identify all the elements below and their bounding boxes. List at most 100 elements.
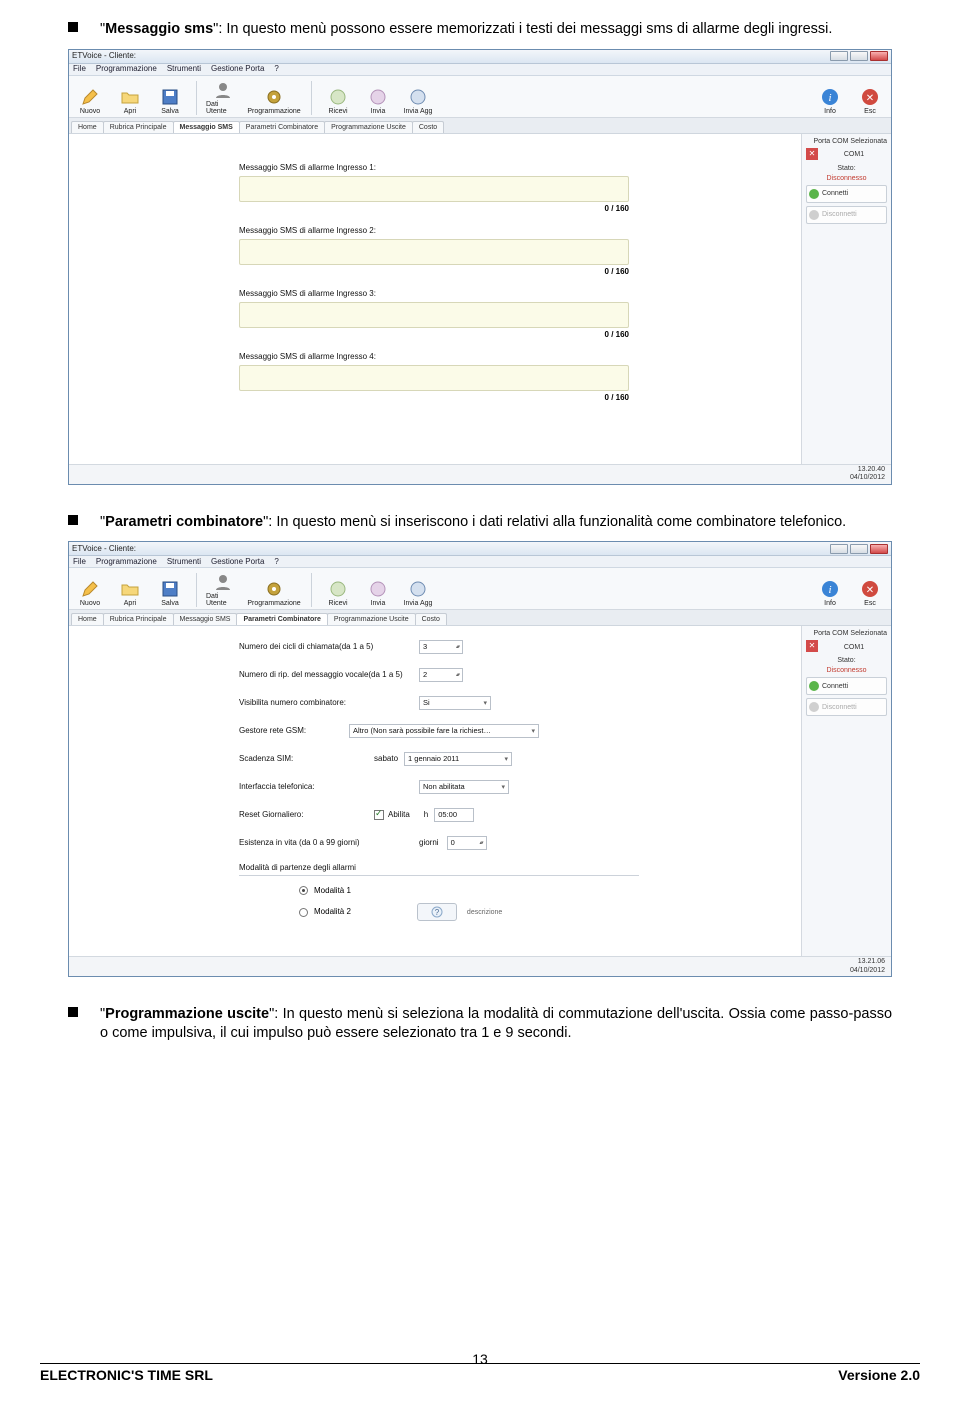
toolbar-dati-utente[interactable]: Dati Utente xyxy=(206,81,240,115)
svg-text:i: i xyxy=(828,92,831,104)
toolbar-invia[interactable]: Invia xyxy=(361,88,395,115)
param-scadenza-date[interactable]: 1 gennaio 2011 xyxy=(404,752,512,766)
param-esistenza-input[interactable]: 0 xyxy=(447,836,487,850)
toolbar-nuovo[interactable]: Nuovo xyxy=(73,580,107,607)
toolbar-programmazione[interactable]: Programmazione xyxy=(246,88,302,115)
menu-help[interactable]: ? xyxy=(274,558,278,566)
tab-rubrica[interactable]: Rubrica Principale xyxy=(103,613,174,625)
param-rip-input[interactable]: 2 xyxy=(419,668,463,682)
toolbar-salva[interactable]: Salva xyxy=(153,580,187,607)
connect-button[interactable]: Connetti xyxy=(806,185,887,203)
connect-label: Connetti xyxy=(822,683,848,690)
sms-input-2[interactable] xyxy=(239,239,629,265)
toolbar-ricevi[interactable]: Ricevi xyxy=(321,88,355,115)
param-reset-checkbox[interactable] xyxy=(374,810,384,820)
toolbar-salva[interactable]: Salva xyxy=(153,88,187,115)
side-porta-label: Porta COM Selezionata xyxy=(806,630,887,637)
menu-file[interactable]: File xyxy=(73,558,86,566)
help-icon: ? xyxy=(431,906,443,918)
menu-strumenti[interactable]: Strumenti xyxy=(167,65,201,73)
toolbar-label: Invia xyxy=(371,108,386,115)
toolbar-info[interactable]: i Info xyxy=(813,88,847,115)
toolbar-label: Dati Utente xyxy=(206,101,240,115)
menu-gestione-porta[interactable]: Gestione Porta xyxy=(211,65,264,73)
maximize-button[interactable] xyxy=(850,544,868,554)
upload-plus-icon xyxy=(409,88,427,106)
param-section-header: Modalità di partenze degli allarmi xyxy=(239,864,639,876)
toolbar-programmazione[interactable]: Programmazione xyxy=(246,580,302,607)
sms-label-1: Messaggio SMS di allarme Ingresso 1: xyxy=(239,164,629,172)
screenshot-messaggio-sms: ETVoice - Cliente: File Programmazione S… xyxy=(68,49,892,485)
toolbar-ricevi[interactable]: Ricevi xyxy=(321,580,355,607)
disconnect-button[interactable]: Disconnetti xyxy=(806,698,887,716)
param-visibilita-select[interactable]: Si xyxy=(419,696,491,710)
param-scadenza-label: Scadenza SIM: xyxy=(239,755,374,763)
close-button[interactable] xyxy=(870,51,888,61)
menu-file[interactable]: File xyxy=(73,65,86,73)
side-stato-value: Disconnesso xyxy=(806,175,887,182)
toolbar-apri[interactable]: Apri xyxy=(113,88,147,115)
param-cicli-input[interactable]: 3 xyxy=(419,640,463,654)
toolbar-dati-utente[interactable]: Dati Utente xyxy=(206,573,240,607)
save-icon xyxy=(161,580,179,598)
toolbar-invia[interactable]: Invia xyxy=(361,580,395,607)
maximize-button[interactable] xyxy=(850,51,868,61)
tab-prog-uscite[interactable]: Programmazione Uscite xyxy=(327,613,416,625)
tab-parametri[interactable]: Parametri Combinatore xyxy=(236,613,327,625)
menu-help[interactable]: ? xyxy=(274,65,278,73)
tab-home[interactable]: Home xyxy=(71,613,104,625)
tab-home[interactable]: Home xyxy=(71,121,104,133)
side-stato-label: Stato: xyxy=(806,165,887,172)
toolbar-invia-agg[interactable]: Invia Agg xyxy=(401,580,435,607)
tab-costo[interactable]: Costo xyxy=(412,121,444,133)
menu-programmazione[interactable]: Programmazione xyxy=(96,558,157,566)
side-stato-value: Disconnesso xyxy=(806,667,887,674)
tab-prog-uscite[interactable]: Programmazione Uscite xyxy=(324,121,413,133)
download-icon xyxy=(329,580,347,598)
status-date: 04/10/2012 xyxy=(850,474,885,482)
toolbar-invia-agg[interactable]: Invia Agg xyxy=(401,88,435,115)
window-title: ETVoice - Cliente: xyxy=(72,52,136,60)
param-reset-time[interactable]: 05:00 xyxy=(434,808,474,822)
tabbar: Home Rubrica Principale Messaggio SMS Pa… xyxy=(69,610,891,626)
menu-strumenti[interactable]: Strumenti xyxy=(167,558,201,566)
tab-messaggio-sms[interactable]: Messaggio SMS xyxy=(173,613,238,625)
radio-modalita-2[interactable] xyxy=(299,908,308,917)
status-date: 04/10/2012 xyxy=(850,967,885,975)
disconnect-button[interactable]: Disconnetti xyxy=(806,206,887,224)
user-icon xyxy=(214,81,232,99)
param-visibilita-label: Visibilita numero combinatore: xyxy=(239,699,419,707)
tab-costo[interactable]: Costo xyxy=(415,613,447,625)
radio-modalita-1[interactable] xyxy=(299,886,308,895)
minimize-button[interactable] xyxy=(830,544,848,554)
toolbar-label: Esc xyxy=(864,108,876,115)
menu-gestione-porta[interactable]: Gestione Porta xyxy=(211,558,264,566)
param-gestore-select[interactable]: Altro (Non sarà possibile fare la richie… xyxy=(349,724,539,738)
bullet-title: Messaggio sms xyxy=(105,21,213,37)
menu-programmazione[interactable]: Programmazione xyxy=(96,65,157,73)
toolbar-esc[interactable]: ✕ Esc xyxy=(853,88,887,115)
minimize-button[interactable] xyxy=(830,51,848,61)
toolbar-info[interactable]: i Info xyxy=(813,580,847,607)
help-button[interactable]: ? xyxy=(417,903,457,921)
side-close-icon[interactable]: ✕ xyxy=(806,148,818,160)
side-close-icon[interactable]: ✕ xyxy=(806,640,818,652)
tab-rubrica[interactable]: Rubrica Principale xyxy=(103,121,174,133)
footer-company: ELECTRONIC'S TIME SRL xyxy=(40,1367,213,1383)
close-button[interactable] xyxy=(870,544,888,554)
bullet-body: : In questo menù possono essere memorizz… xyxy=(218,21,832,37)
sms-input-1[interactable] xyxy=(239,176,629,202)
toolbar-nuovo[interactable]: Nuovo xyxy=(73,88,107,115)
sms-input-4[interactable] xyxy=(239,365,629,391)
tab-messaggio-sms[interactable]: Messaggio SMS xyxy=(173,121,240,133)
bullet-title: Parametri combinatore xyxy=(105,514,263,530)
tab-parametri[interactable]: Parametri Combinatore xyxy=(239,121,325,133)
sms-input-3[interactable] xyxy=(239,302,629,328)
connect-button[interactable]: Connetti xyxy=(806,677,887,695)
sms-content: Messaggio SMS di allarme Ingresso 1: 0 /… xyxy=(69,134,801,464)
toolbar-esc[interactable]: ✕ Esc xyxy=(853,580,887,607)
toolbar-label: Info xyxy=(824,600,836,607)
toolbar-apri[interactable]: Apri xyxy=(113,580,147,607)
menubar: File Programmazione Strumenti Gestione P… xyxy=(69,556,891,568)
param-interfaccia-select[interactable]: Non abilitata xyxy=(419,780,509,794)
